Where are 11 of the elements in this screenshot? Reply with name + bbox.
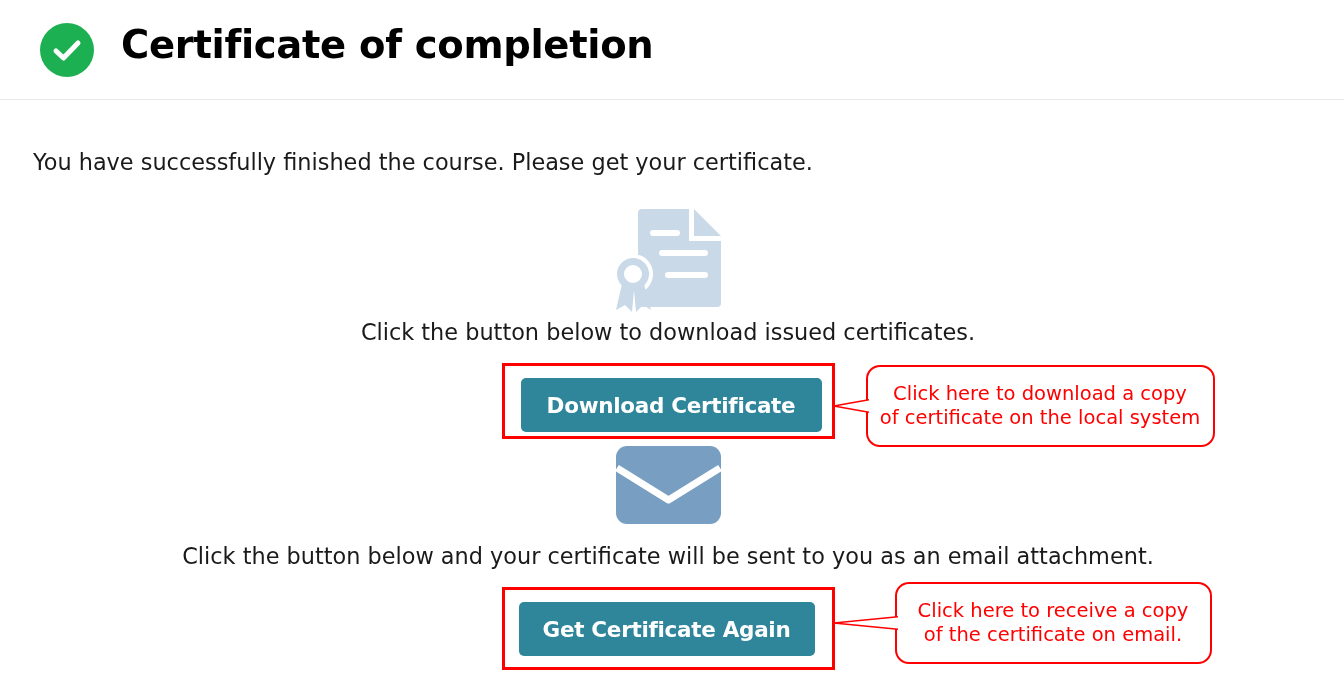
check-circle-icon: [40, 22, 94, 77]
callout-note: Click here to receive a copy of the certificate on email.: [894, 582, 1212, 664]
instruction-text: Click the button below to download issued certificates.: [360, 318, 976, 346]
envelope-icon: [615, 446, 721, 524]
callout-note: Click here to download a copy of certificate on the local system: [865, 365, 1215, 447]
certificate-icon: [613, 208, 723, 313]
instruction-text: Click the button below and your certificate will be sent to you as an email attachment.: [182, 542, 1154, 570]
page-title: Certificate of completion: [121, 22, 654, 69]
get-certificate-again-button[interactable]: Get Certificate Again: [518, 602, 815, 656]
download-certificate-button[interactable]: Download Certificate: [520, 378, 822, 432]
intro-text: You have successfully finished the course. Please get your certificate.: [33, 148, 813, 176]
